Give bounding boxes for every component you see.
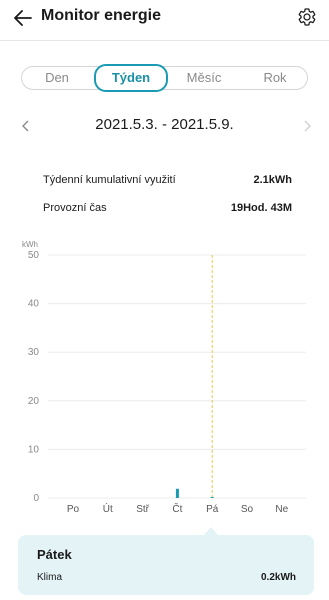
tab-den[interactable]: Den — [24, 67, 90, 89]
back-button[interactable] — [12, 8, 34, 28]
y-tick-label: 30 — [28, 347, 40, 358]
chevron-right-icon — [304, 120, 311, 132]
app-header: Monitor energie — [0, 0, 329, 38]
y-tick-label: 20 — [28, 396, 40, 407]
x-tick-label: Čt — [172, 502, 182, 515]
y-tick-label: 40 — [28, 299, 40, 310]
detail-device-label: Klima — [37, 572, 63, 583]
tab-tyden[interactable]: Týden — [94, 64, 168, 92]
header-divider — [0, 40, 329, 41]
bar-Pá — [210, 497, 214, 498]
day-detail-card: Pátek Klima 0.2kWh — [18, 535, 314, 595]
bar-Čt — [175, 488, 179, 498]
operating-time-label: Provozní čas — [43, 202, 107, 214]
date-range-label: 2021.5.3. - 2021.5.9. — [95, 116, 234, 133]
x-tick-label: Pá — [206, 504, 219, 515]
date-navigator: 2021.5.3. - 2021.5.9. — [0, 113, 329, 141]
energy-bar-chart: kWh 0 10 20 30 40 50 Po Út Stř Čt Pá So Ne — [22, 240, 306, 515]
y-tick-label: 10 — [28, 444, 40, 455]
settings-button[interactable] — [296, 6, 318, 28]
operating-time-stat: Provozní čas 19Hod. 43M — [43, 202, 292, 218]
arrow-left-icon — [14, 10, 32, 26]
x-tick-label: Út — [103, 502, 113, 515]
tab-mesic[interactable]: Měsíc — [170, 67, 238, 89]
detail-day-label: Pátek — [37, 547, 72, 562]
y-axis-unit-label: kWh — [22, 240, 38, 249]
x-tick-label: Po — [67, 504, 80, 515]
weekly-usage-stat: Týdenní kumulativní využití 2.1kWh — [43, 174, 292, 190]
detail-device-value: 0.2kWh — [260, 572, 296, 583]
gear-icon — [298, 8, 316, 26]
weekly-usage-value: 2.1kWh — [253, 174, 292, 186]
next-week-button[interactable] — [301, 117, 315, 135]
weekly-usage-label: Týdenní kumulativní využití — [43, 174, 176, 186]
x-tick-label: So — [241, 504, 254, 515]
page-title: Monitor energie — [41, 7, 162, 24]
period-selector: Den Týden Měsíc Rok — [21, 64, 308, 92]
x-tick-label: Stř — [136, 504, 149, 515]
tab-rok[interactable]: Rok — [242, 67, 308, 89]
y-tick-label: 0 — [33, 493, 39, 504]
operating-time-value: 19Hod. 43M — [230, 202, 292, 214]
x-tick-label: Ne — [275, 504, 288, 515]
y-tick-label: 50 — [28, 250, 40, 261]
